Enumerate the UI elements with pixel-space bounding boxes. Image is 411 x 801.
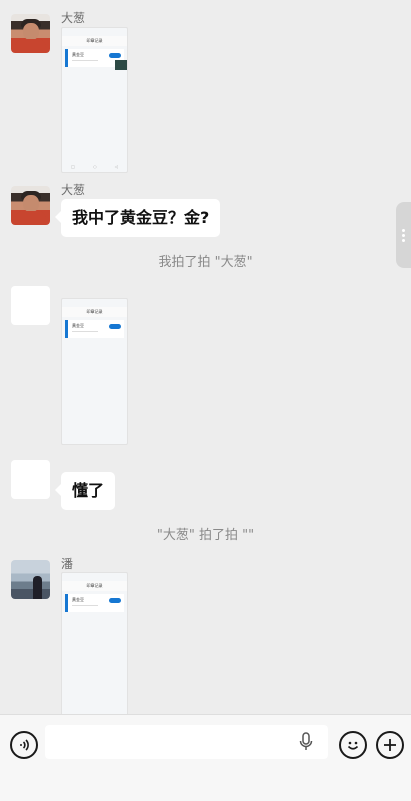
- avatar-shirt: [15, 211, 46, 225]
- more-button[interactable]: [376, 731, 404, 759]
- thumb-header: 印章记录: [62, 36, 127, 46]
- emoji-button[interactable]: [339, 731, 367, 759]
- voice-toggle-button[interactable]: [10, 731, 38, 759]
- thumb-card-title: 黄金豆: [72, 597, 84, 602]
- thumb-card-line: [72, 331, 98, 332]
- thumb-status-bar: [62, 573, 127, 581]
- handle-dot: [402, 229, 405, 232]
- chat-input-bar: [0, 714, 411, 801]
- text-bubble[interactable]: 懂了: [54, 472, 116, 510]
- microphone-icon[interactable]: [298, 732, 314, 752]
- avatar-pan[interactable]: [11, 560, 50, 599]
- plus-icon: [384, 739, 396, 751]
- voice-icon: [20, 739, 29, 751]
- system-message-pat: "大葱" 拍了拍 "": [156, 528, 255, 543]
- avatar-dacong-2[interactable]: [11, 186, 50, 225]
- image-message-screenshot-3[interactable]: 印章记录 黄金豆: [61, 572, 128, 716]
- sender-name: 大葱: [61, 183, 86, 197]
- thumb-header: 印章记录: [62, 307, 127, 317]
- thumb-card-title: 黄金豆: [72, 323, 84, 328]
- thumb-card-button: [109, 324, 121, 329]
- sender-name: 潘: [61, 557, 74, 571]
- thumb-header: 印章记录: [62, 581, 127, 591]
- avatar-dacong[interactable]: [11, 14, 50, 53]
- thumb-status-bar: [62, 299, 127, 307]
- message-input[interactable]: [45, 725, 328, 759]
- avatar-shirt: [15, 39, 46, 53]
- thumb-card: 黄金豆: [65, 320, 124, 338]
- image-message-screenshot-2[interactable]: 印章记录 黄金豆: [61, 298, 128, 445]
- system-message-pat: 我拍了拍 "大葱": [158, 255, 253, 270]
- thumb-card-line: [72, 605, 98, 606]
- avatar-self[interactable]: [11, 286, 50, 325]
- handle-dot: [402, 234, 405, 237]
- thumb-nav: □ ○ ◁: [71, 164, 118, 169]
- image-message-screenshot[interactable]: 印章记录 黄金豆 □ ○ ◁: [61, 27, 128, 173]
- sender-name: 大葱: [61, 11, 86, 25]
- thumb-status-bar: [62, 28, 127, 36]
- thumb-card: 黄金豆: [65, 594, 124, 612]
- text-bubble[interactable]: 我中了黄金豆？金?: [54, 199, 221, 237]
- thumb-card-line: [72, 60, 98, 61]
- thumb-card-button: [109, 53, 121, 58]
- avatar-face: [23, 195, 39, 212]
- avatar-face: [23, 23, 39, 40]
- thumb-card-title: 黄金豆: [72, 52, 84, 57]
- handle-dot: [402, 239, 405, 242]
- avatar-figure: [33, 576, 42, 599]
- avatar-self-2[interactable]: [11, 460, 50, 499]
- thumb-dark-block: [115, 60, 127, 70]
- emoji-icon: [347, 741, 359, 750]
- thumb-card-button: [109, 598, 121, 603]
